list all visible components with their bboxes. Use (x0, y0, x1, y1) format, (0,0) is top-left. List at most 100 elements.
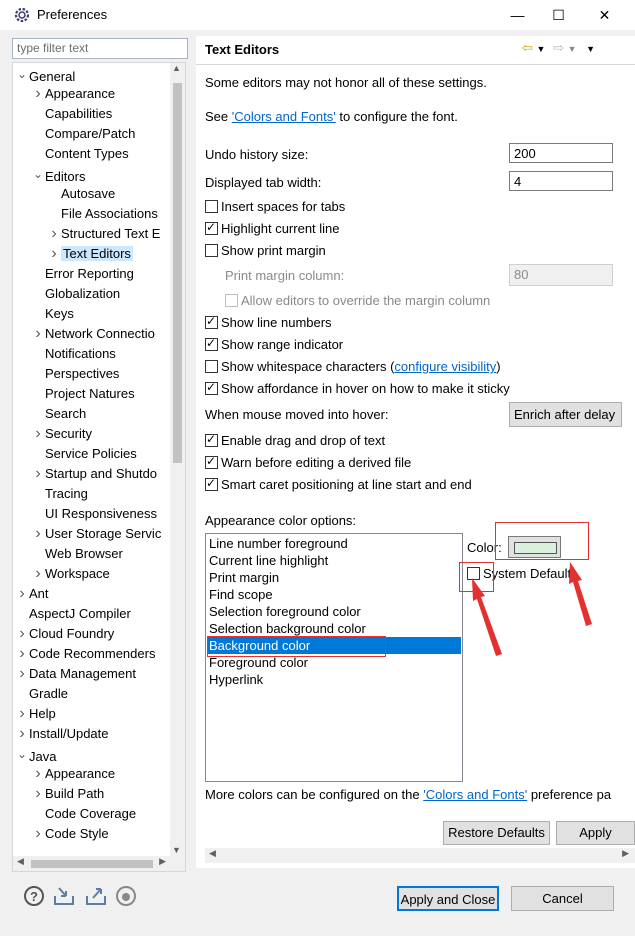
tree-item[interactable]: Perspectives (31, 364, 119, 384)
tree-item[interactable]: Globalization (31, 284, 120, 304)
configure-visibility-link[interactable]: configure visibility (394, 359, 496, 374)
back-menu-icon[interactable]: ▼ (537, 44, 546, 54)
tree-horizontal-scrollbar[interactable]: ◀ ▶ (13, 856, 170, 871)
tree-item[interactable]: › Code Recommenders (15, 644, 155, 664)
collapsed-chevron-icon[interactable]: › (31, 764, 45, 784)
collapsed-chevron-icon[interactable]: › (15, 644, 29, 664)
view-menu-icon[interactable]: ▼ (586, 44, 595, 54)
hover-combo[interactable]: Enrich after delay (509, 402, 622, 427)
tree-item[interactable]: Service Policies (31, 444, 137, 464)
scroll-right-icon[interactable]: ▶ (622, 848, 629, 859)
more-colors-link[interactable]: 'Colors and Fonts' (423, 787, 527, 802)
tree-item[interactable]: AspectJ Compiler (15, 604, 131, 624)
tree-item[interactable]: Autosave (47, 184, 115, 204)
checkbox-box[interactable] (205, 200, 218, 213)
tree-item[interactable]: Web Browser (31, 544, 123, 564)
color-option-item[interactable]: Line number foreground (209, 535, 348, 552)
back-arrow-icon[interactable]: ⇦ (522, 40, 533, 55)
collapsed-chevron-icon[interactable]: › (31, 324, 45, 344)
tree-item[interactable]: Search (31, 404, 86, 424)
tree-item[interactable]: › Data Management (15, 664, 136, 684)
tree-item[interactable]: › Appearance (31, 84, 115, 104)
help-icon[interactable]: ? (24, 886, 44, 906)
tree-item[interactable]: Compare/Patch (31, 124, 135, 144)
show-line-numbers-checkbox[interactable]: Show line numbers (205, 312, 332, 332)
insert-spaces-checkbox[interactable]: Insert spaces for tabs (205, 198, 345, 216)
tree-item[interactable]: ⌄ General (15, 64, 75, 84)
tree-item[interactable]: › Install/Update (15, 724, 108, 744)
tree-item[interactable]: › Help (15, 704, 55, 724)
checkbox-box[interactable] (205, 312, 218, 330)
tree-item[interactable]: › Code Style (31, 824, 108, 844)
scroll-left-icon[interactable]: ◀ (209, 848, 216, 859)
undo-history-field[interactable]: 200 (509, 143, 613, 163)
collapsed-chevron-icon[interactable]: › (31, 464, 45, 484)
color-option-item[interactable]: Current line highlight (209, 552, 328, 569)
minimize-button[interactable]: — (495, 0, 540, 30)
apply-and-close-button[interactable]: Apply and Close (397, 886, 499, 911)
tree-item[interactable]: › Startup and Shutdo (31, 464, 157, 484)
tree-item[interactable]: › Security (31, 424, 92, 444)
expanded-chevron-icon[interactable]: ⌄ (15, 64, 29, 84)
tree-item[interactable]: › Network Connectio (31, 324, 155, 344)
tree-item[interactable]: › Cloud Foundry (15, 624, 114, 644)
collapsed-chevron-icon[interactable]: › (15, 724, 29, 744)
expanded-chevron-icon[interactable]: ⌄ (15, 744, 29, 764)
collapsed-chevron-icon[interactable]: › (15, 704, 29, 724)
color-option-item[interactable]: Find scope (209, 586, 273, 603)
show-affordance-checkbox[interactable]: Show affordance in hover on how to make … (205, 378, 510, 398)
tree-item[interactable]: › Structured Text E (47, 224, 160, 244)
export-icon[interactable] (85, 886, 107, 906)
forward-arrow-icon[interactable]: ⇨ (553, 40, 564, 55)
collapsed-chevron-icon[interactable]: › (15, 624, 29, 644)
tree-item[interactable]: Tracing (31, 484, 88, 504)
drag-drop-checkbox[interactable]: Enable drag and drop of text (205, 430, 385, 450)
page-horizontal-scrollbar[interactable]: ◀ ▶ (205, 848, 635, 863)
import-icon[interactable] (53, 886, 75, 906)
expanded-chevron-icon[interactable]: ⌄ (31, 164, 45, 184)
checkbox-box[interactable] (205, 218, 218, 236)
collapsed-chevron-icon[interactable]: › (31, 784, 45, 804)
collapsed-chevron-icon[interactable]: › (47, 224, 61, 244)
collapsed-chevron-icon[interactable]: › (31, 824, 45, 844)
tree-item[interactable]: UI Responsiveness (31, 504, 157, 524)
show-print-margin-checkbox[interactable]: Show print margin (205, 242, 326, 260)
filter-input[interactable]: type filter text (12, 38, 188, 59)
tree-item[interactable]: Capabilities (31, 104, 112, 124)
collapsed-chevron-icon[interactable]: › (31, 564, 45, 584)
tree-scroll-thumb[interactable] (173, 83, 182, 463)
tree-item[interactable]: Notifications (31, 344, 116, 364)
colors-fonts-link[interactable]: 'Colors and Fonts' (232, 109, 336, 124)
maximize-button[interactable]: ☐ (536, 0, 581, 30)
scroll-left-icon[interactable]: ◀ (17, 856, 24, 867)
checkbox-box[interactable] (205, 452, 218, 470)
preference-tree[interactable]: ⌄ General › Appearance Capabilities Compare/P… (12, 62, 186, 872)
tree-item[interactable]: File Associations (47, 204, 158, 224)
cancel-button[interactable]: Cancel (511, 886, 614, 911)
color-options-list[interactable]: Line number foreground Current line highl… (205, 533, 463, 782)
highlight-line-checkbox[interactable]: Highlight current line (205, 218, 340, 238)
restore-defaults-button[interactable]: Restore Defaults (443, 821, 550, 845)
smart-caret-checkbox[interactable]: Smart caret positioning at line start an… (205, 474, 472, 494)
collapsed-chevron-icon[interactable]: › (47, 244, 61, 264)
checkbox-box[interactable] (205, 378, 218, 396)
collapsed-chevron-icon[interactable]: › (31, 84, 45, 104)
tree-item[interactable]: › Ant (15, 584, 48, 604)
tree-item[interactable]: › Workspace (31, 564, 109, 584)
checkbox-box[interactable] (205, 360, 218, 373)
scroll-right-icon[interactable]: ▶ (159, 856, 166, 867)
show-range-checkbox[interactable]: Show range indicator (205, 334, 343, 354)
color-option-item[interactable]: Selection background color (209, 620, 366, 637)
tab-width-field[interactable]: 4 (509, 171, 613, 191)
scroll-down-icon[interactable]: ▼ (172, 845, 181, 855)
tree-hscroll-thumb[interactable] (31, 860, 153, 868)
scroll-up-icon[interactable]: ▲ (172, 63, 181, 73)
checkbox-box[interactable] (205, 430, 218, 448)
collapsed-chevron-icon[interactable]: › (31, 524, 45, 544)
checkbox-box[interactable] (205, 474, 218, 492)
close-button[interactable]: ✕ (582, 0, 627, 30)
tree-item[interactable]: Content Types (31, 144, 129, 164)
tree-item[interactable]: › Text Editors (47, 244, 133, 264)
tree-item[interactable]: Keys (31, 304, 74, 324)
checkbox-box[interactable] (205, 334, 218, 352)
